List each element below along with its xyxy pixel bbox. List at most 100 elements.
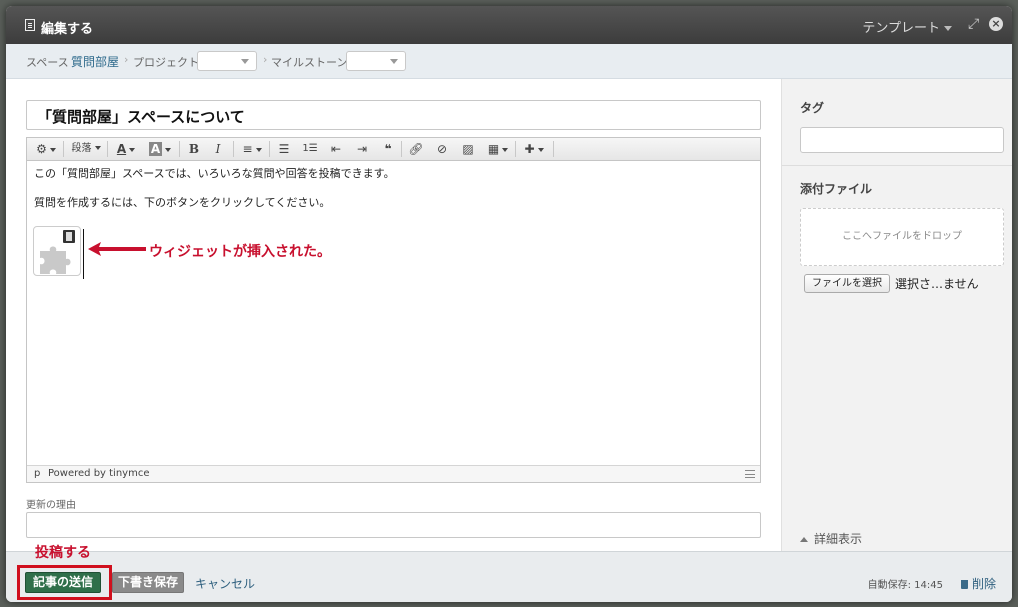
numbered-list-icon: 1☰ <box>302 143 318 154</box>
bold-icon: B <box>188 142 200 156</box>
chevron-down-icon <box>390 59 398 64</box>
outdent-icon: ⇤ <box>330 142 342 156</box>
toolbar-divider <box>515 141 516 157</box>
annotation-arrow-icon <box>88 242 146 256</box>
align-button[interactable]: ≡ <box>237 138 267 160</box>
image-icon: ▨ <box>462 142 474 156</box>
insert-widget-button[interactable]: ✚ <box>519 138 549 160</box>
breadcrumb-separator: › <box>263 53 268 66</box>
details-toggle-label: 詳細表示 <box>814 532 863 546</box>
toolbar-divider <box>269 141 270 157</box>
milestone-select[interactable] <box>346 51 406 71</box>
insert-link-button[interactable]: 🔗︎ <box>405 138 427 160</box>
embedded-widget[interactable] <box>33 226 81 276</box>
sidebar: タグ 添付ファイル ここへファイルをドロップ ファイルを選択 選択さ…ません 詳… <box>781 79 1012 551</box>
chevron-down-icon <box>944 26 952 31</box>
puzzle-piece-icon: ✚ <box>524 142 535 156</box>
toolbar-divider <box>107 141 108 157</box>
indent-icon: ⇥ <box>356 142 368 156</box>
toolbar-divider <box>179 141 180 157</box>
tag-label: タグ <box>800 101 825 115</box>
breadcrumb-separator: › <box>124 53 129 66</box>
editor-toolbar: ⚙ 段落 A A B I ≡ ☰ 1☰ ⇤ ⇥ ❝ 🔗︎ ⊘ ▨ ▦ ✚ <box>27 138 760 161</box>
highlight-color-icon: A <box>148 142 163 156</box>
paragraph-format-dropdown[interactable]: 段落 <box>67 138 105 160</box>
editor-paragraph: 質問を作成するには、下のボタンをクリックしてください。 <box>34 196 331 209</box>
breadcrumb-milestone-label: マイルストーン <box>271 56 348 69</box>
article-title-input[interactable]: 「質問部屋」スペースについて <box>26 100 761 130</box>
gear-icon: ⚙ <box>36 142 47 156</box>
file-dropzone[interactable]: ここへファイルをドロップ <box>800 208 1004 266</box>
annotation-widget-note: ウィジェットが挿入された。 <box>149 244 331 260</box>
text-color-icon: A <box>116 142 127 156</box>
edit-dialog: 編集する テンプレート ⤢ × スペース 質問部屋 › プロジェクト › マイル… <box>6 6 1012 602</box>
align-left-icon: ≡ <box>242 142 253 156</box>
italic-icon: I <box>215 142 221 156</box>
link-icon: 🔗︎ <box>408 142 424 156</box>
chevron-down-icon <box>502 147 509 152</box>
chevron-down-icon <box>165 147 172 152</box>
cancel-link[interactable]: キャンセル <box>195 575 255 592</box>
breadcrumb-space-link[interactable]: 質問部屋 <box>71 53 119 70</box>
resize-handle-icon[interactable] <box>745 470 755 478</box>
chevron-down-icon <box>537 147 544 152</box>
insert-image-button[interactable]: ▨ <box>457 138 479 160</box>
bullet-list-button[interactable]: ☰ <box>273 138 295 160</box>
submit-article-button[interactable]: 記事の送信 <box>25 572 102 593</box>
autosave-status: 自動保存: 14:45 <box>867 580 943 591</box>
close-icon[interactable]: × <box>989 17 1003 31</box>
toolbar-divider <box>553 141 554 157</box>
indent-button[interactable]: ⇥ <box>351 138 373 160</box>
trash-icon <box>960 580 968 589</box>
breadcrumb: スペース 質問部屋 › プロジェクト › マイルストーン <box>6 44 1012 79</box>
editor-statusbar: p Powered by tinymce <box>27 465 760 482</box>
file-status-text: 選択さ…ません <box>895 277 979 291</box>
chevron-up-icon <box>800 537 808 542</box>
insert-table-button[interactable]: ▦ <box>483 138 513 160</box>
table-icon: ▦ <box>487 142 500 156</box>
bullet-list-icon: ☰ <box>278 142 290 156</box>
project-select[interactable] <box>197 51 257 71</box>
element-path[interactable]: p <box>34 468 40 479</box>
blockquote-button[interactable]: ❝ <box>377 138 399 160</box>
update-reason-label: 更新の理由 <box>26 500 76 511</box>
expand-icon[interactable]: ⤢ <box>968 17 982 31</box>
update-reason-input[interactable] <box>26 512 761 538</box>
dialog-footer: 投稿する 記事の送信 下書き保存 キャンセル 自動保存: 14:45 削除 <box>6 545 1012 602</box>
details-toggle[interactable]: 詳細表示 <box>800 530 862 547</box>
editor-content[interactable]: この「質問部屋」スペースでは、いろいろな質問や回答を投稿できます。 質問を作成す… <box>27 161 760 466</box>
chevron-down-icon <box>241 59 249 64</box>
breadcrumb-space-label: スペース <box>26 56 69 69</box>
chevron-down-icon <box>255 147 262 152</box>
tag-input[interactable] <box>800 127 1004 153</box>
toolbar-divider <box>233 141 234 157</box>
unlink-button[interactable]: ⊘ <box>431 138 453 160</box>
document-icon <box>25 19 35 31</box>
delete-button[interactable]: 削除 <box>960 575 996 592</box>
template-label: テンプレート <box>862 21 940 36</box>
italic-button[interactable]: I <box>207 138 229 160</box>
save-draft-button[interactable]: 下書き保存 <box>112 572 185 593</box>
chevron-down-icon <box>129 147 136 152</box>
settings-menu-button[interactable]: ⚙ <box>31 138 61 160</box>
toolbar-divider <box>401 141 402 157</box>
delete-label: 削除 <box>971 577 996 591</box>
template-dropdown[interactable]: テンプレート <box>862 17 952 36</box>
paragraph-format-label: 段落 <box>71 143 92 154</box>
text-color-button[interactable]: A <box>111 138 141 160</box>
breadcrumb-project-label: プロジェクト <box>133 56 199 69</box>
bold-button[interactable]: B <box>183 138 205 160</box>
outdent-button[interactable]: ⇤ <box>325 138 347 160</box>
editor-paragraph: この「質問部屋」スペースでは、いろいろな質問や回答を投稿できます。 <box>34 167 395 180</box>
film-icon <box>63 230 75 243</box>
unlink-icon: ⊘ <box>436 142 448 156</box>
chevron-down-icon <box>94 146 101 150</box>
puzzle-piece-icon <box>40 246 71 274</box>
background-color-button[interactable]: A <box>145 138 175 160</box>
annotation-post-note: 投稿する <box>35 545 91 561</box>
numbered-list-button[interactable]: 1☰ <box>299 138 321 160</box>
choose-file-button[interactable]: ファイルを選択 <box>804 274 890 293</box>
rich-text-editor: ⚙ 段落 A A B I ≡ ☰ 1☰ ⇤ ⇥ ❝ 🔗︎ ⊘ ▨ ▦ ✚ この「… <box>26 137 761 483</box>
dialog-titlebar: 編集する テンプレート ⤢ × <box>6 6 1012 44</box>
sidebar-divider <box>782 165 1012 166</box>
